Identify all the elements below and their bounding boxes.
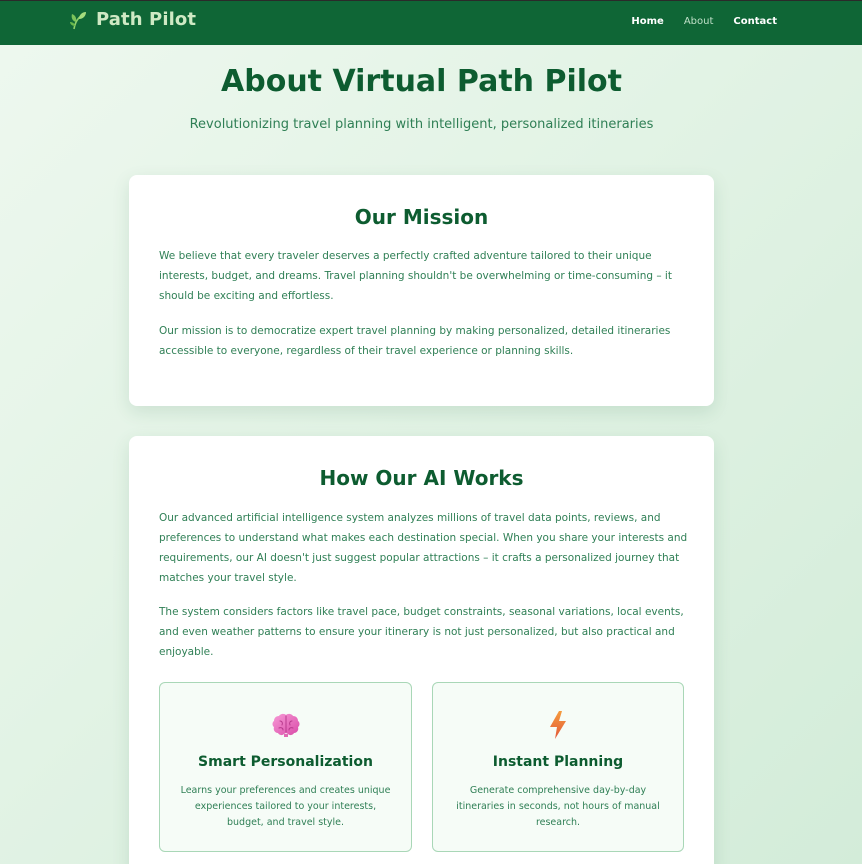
mission-paragraph-1: We believe that every traveler deserves …: [159, 250, 672, 302]
brain-icon: [272, 713, 299, 737]
ai-card: How Our AI Works Our advanced artificial…: [129, 436, 714, 864]
ai-title: How Our AI Works: [319, 466, 524, 490]
feature-title-instant-planning: Instant Planning: [492, 754, 624, 770]
feature-card-instant-planning: Instant Planning Generate comprehensive …: [432, 682, 684, 852]
mission-paragraph-2: Our mission is to democratize expert tra…: [159, 325, 671, 357]
brand-logo[interactable]: Path Pilot: [70, 9, 196, 30]
feature-title-smart-personalization: Smart Personalization: [198, 754, 373, 770]
nav-links: Home About Contact: [631, 16, 777, 27]
feature-text-instant-planning: Generate comprehensive day-by-day itiner…: [456, 785, 660, 828]
brand-name: Path Pilot: [96, 9, 197, 30]
mission-title: Our Mission: [354, 205, 489, 229]
feature-text-smart-personalization: Learns your preferences and creates uniq…: [180, 785, 391, 828]
nav-link-contact[interactable]: Contact: [733, 16, 777, 27]
ai-paragraph-1: Our advanced artificial intelligence sys…: [159, 512, 688, 584]
page-subtitle: Revolutionizing travel planning with int…: [189, 117, 654, 132]
nav-link-home[interactable]: Home: [631, 16, 663, 27]
nav-link-about[interactable]: About: [684, 16, 714, 27]
leaf-icon: [70, 11, 86, 29]
page-title: About Virtual Path Pilot: [221, 64, 622, 99]
feature-card-smart-personalization: Smart Personalization Learns your prefer…: [159, 682, 412, 852]
mission-card: Our Mission We believe that every travel…: [129, 175, 714, 406]
navbar: Path Pilot Home About Contact: [0, 0, 862, 45]
ai-paragraph-2: The system considers factors like travel…: [159, 606, 684, 658]
lightning-icon: [550, 711, 566, 739]
